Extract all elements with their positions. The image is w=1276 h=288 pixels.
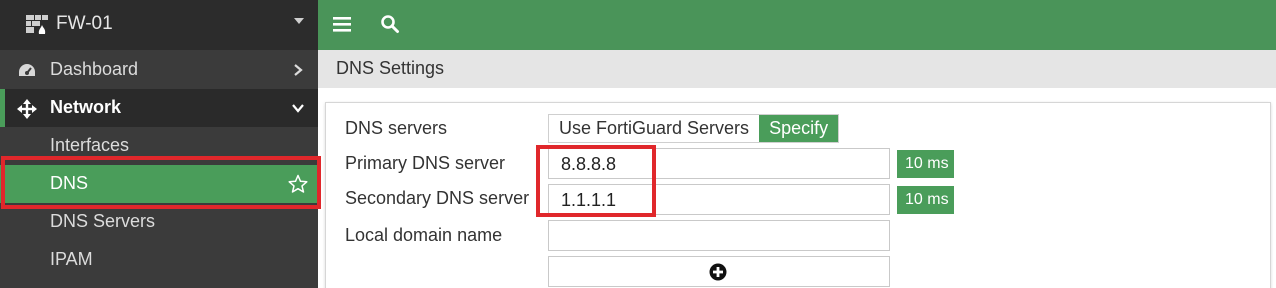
- plus-circle-icon: [709, 263, 727, 281]
- move-arrows-icon: [17, 99, 37, 119]
- sidebar-item-ipam[interactable]: IPAM: [0, 241, 318, 279]
- secondary-dns-input[interactable]: 1.1.1.1: [548, 184, 890, 215]
- caret-down-icon[interactable]: [294, 18, 304, 24]
- sidebar-item-label: DNS Servers: [50, 211, 156, 231]
- sidebar-item-label: Dashboard: [50, 59, 139, 79]
- chevron-down-icon: [292, 104, 304, 113]
- sidebar-item-label: Interfaces: [50, 135, 130, 155]
- local-domain-input[interactable]: [548, 220, 890, 251]
- device-selector[interactable]: FW-01: [0, 0, 318, 50]
- page-title: DNS Settings: [336, 58, 445, 78]
- sidebar-item-network[interactable]: Network: [0, 89, 318, 127]
- chevron-right-icon: [294, 64, 303, 76]
- app-window: FW-01 Dashboard Network Interfaces DNS D…: [0, 0, 1276, 288]
- firewall-icon: [26, 15, 48, 34]
- hamburger-icon[interactable]: [333, 16, 351, 32]
- star-icon[interactable]: [288, 174, 308, 194]
- top-bar: [318, 0, 1276, 50]
- secondary-dns-label: Secondary DNS server: [345, 188, 530, 208]
- dns-servers-toggle: Use FortiGuard Servers Specify: [548, 114, 840, 143]
- specify-option[interactable]: Specify: [759, 115, 839, 142]
- local-domain-label: Local domain name: [345, 225, 503, 245]
- use-fortiguard-option[interactable]: Use FortiGuard Servers: [549, 115, 760, 142]
- sidebar-item-dns-servers[interactable]: DNS Servers: [0, 203, 318, 241]
- device-name: FW-01: [56, 13, 113, 34]
- secondary-latency-badge: 10 ms: [897, 186, 954, 214]
- search-icon[interactable]: [380, 14, 400, 34]
- sidebar-item-interfaces[interactable]: Interfaces: [0, 127, 318, 165]
- dns-servers-label: DNS servers: [345, 118, 448, 138]
- sidebar-item-dns[interactable]: DNS: [0, 165, 318, 203]
- primary-dns-label: Primary DNS server: [345, 153, 506, 173]
- sidebar-item-label: DNS: [50, 173, 89, 193]
- sidebar: FW-01 Dashboard Network Interfaces DNS D…: [0, 0, 318, 288]
- add-domain-button[interactable]: [548, 256, 890, 287]
- sidebar-item-label: Network: [50, 97, 122, 117]
- primary-dns-input[interactable]: 8.8.8.8: [548, 148, 890, 179]
- sidebar-item-label: IPAM: [50, 249, 93, 269]
- sidebar-item-dashboard[interactable]: Dashboard: [0, 51, 318, 89]
- primary-latency-badge: 10 ms: [897, 150, 954, 178]
- dashboard-icon: [19, 64, 35, 76]
- breadcrumb: DNS Settings: [318, 50, 1276, 88]
